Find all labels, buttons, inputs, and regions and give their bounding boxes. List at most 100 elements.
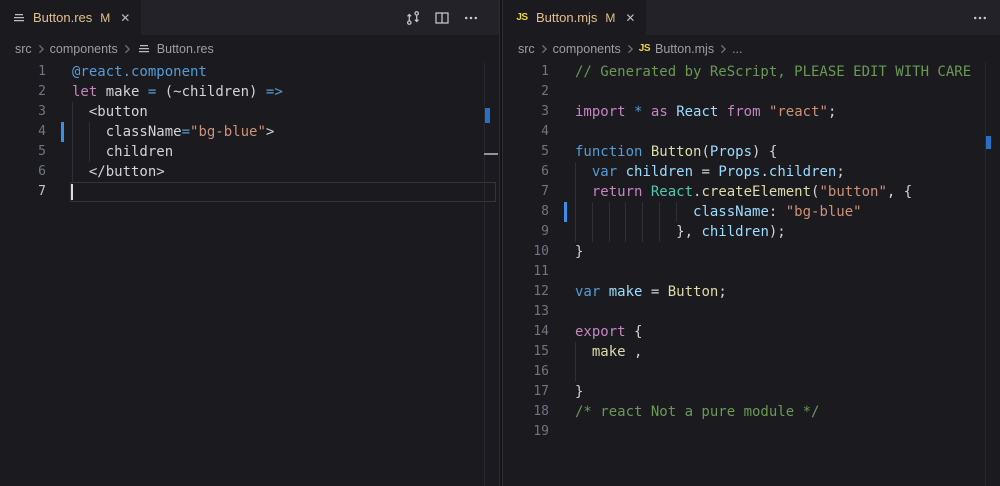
gutter-modified-marker <box>61 122 64 142</box>
code-line[interactable]: import * as React from "react"; <box>575 102 836 122</box>
tab-button-res[interactable]: Button.res M ✕ <box>0 0 141 35</box>
line-number[interactable]: 12 <box>503 282 549 302</box>
tab-button-mjs[interactable]: JS Button.mjs M ✕ <box>503 0 646 35</box>
more-actions-button[interactable] <box>463 10 479 26</box>
split-editor-button[interactable] <box>434 10 450 26</box>
code-line[interactable]: </button> <box>72 162 165 182</box>
code-line[interactable]: @react.component <box>72 62 207 82</box>
code-token: @react.component <box>72 64 207 80</box>
line-number[interactable]: 8 <box>503 202 549 222</box>
code-line[interactable]: }, children); <box>575 222 786 242</box>
code-line[interactable]: var make = Button; <box>575 282 727 302</box>
line-number[interactable]: 4 <box>0 122 46 142</box>
tab-label: Button.res <box>33 10 92 25</box>
more-actions-button[interactable] <box>972 10 988 26</box>
text-cursor[interactable] <box>71 184 73 200</box>
editor-pane-right: JS Button.mjs M ✕ srccomponentsJSButton.… <box>502 0 1000 486</box>
line-number[interactable]: 13 <box>503 302 549 322</box>
gutter-modified-marker <box>564 202 567 222</box>
line-number[interactable]: 15 <box>503 342 549 362</box>
code-line[interactable]: export { <box>575 322 642 342</box>
code-token <box>575 164 592 180</box>
breadcrumb-item[interactable]: Button.res <box>136 41 214 57</box>
code-editor-javascript[interactable]: 1 // Generated by ReScript, PLEASE EDIT W… <box>503 62 1000 486</box>
code-token: className <box>693 204 769 220</box>
breadcrumb-item[interactable]: src <box>15 42 32 56</box>
line-number[interactable]: 5 <box>503 142 549 162</box>
close-icon[interactable]: ✕ <box>625 12 635 24</box>
overview-ruler-border <box>985 62 986 486</box>
line-number[interactable]: 18 <box>503 402 549 422</box>
breadcrumb-item[interactable]: src <box>518 42 535 56</box>
code-token <box>617 164 625 180</box>
js-icon: JS <box>639 43 650 54</box>
line-number[interactable]: 11 <box>503 262 549 282</box>
code-token: make <box>97 84 148 100</box>
code-line[interactable]: } <box>575 382 583 402</box>
code-token: Button <box>668 284 719 300</box>
code-token: return <box>592 184 643 200</box>
tab-file-icon: JS <box>514 10 530 26</box>
code-editor-rescript[interactable]: 1 @react.component 2 let make = (~children)… <box>0 62 499 486</box>
line-number[interactable]: 10 <box>503 242 549 262</box>
code-line[interactable]: function Button(Props) { <box>575 142 777 162</box>
line-number[interactable]: 19 <box>503 422 549 442</box>
code-token: : <box>769 204 786 220</box>
code-line[interactable]: className: "bg-blue" <box>575 202 862 222</box>
code-token: </button> <box>72 164 165 180</box>
breadcrumb-item[interactable]: JSButton.mjs <box>639 42 714 56</box>
code-line[interactable]: var children = Props.children; <box>575 162 845 182</box>
code-token <box>668 104 676 120</box>
line-number[interactable]: 3 <box>503 102 549 122</box>
line-number[interactable]: 6 <box>0 162 46 182</box>
more-actions-icon <box>463 10 479 26</box>
editor-pane-left: Button.res M ✕ src components Button.res 1… <box>0 0 500 486</box>
line-number[interactable]: 17 <box>503 382 549 402</box>
breadcrumb-item[interactable]: components <box>50 42 118 56</box>
more-actions-icon <box>972 10 988 26</box>
code-token: // Generated by ReScript, PLEASE EDIT WI… <box>575 64 971 80</box>
code-token: from <box>727 104 761 120</box>
code-line[interactable]: let make = (~children) => <box>72 82 283 102</box>
code-line[interactable]: /* react Not a pure module */ <box>575 402 819 422</box>
breadcrumb-separator-icon <box>717 43 729 55</box>
code-line[interactable]: make , <box>575 342 642 362</box>
line-number[interactable]: 5 <box>0 142 46 162</box>
line-number[interactable]: 14 <box>503 322 549 342</box>
tab-label: Button.mjs <box>536 10 597 25</box>
overview-ruler-modified-marker <box>485 108 490 123</box>
line-number[interactable]: 7 <box>503 182 549 202</box>
code-line[interactable]: } <box>575 242 583 262</box>
code-token: }, <box>575 224 701 240</box>
code-line[interactable]: className="bg-blue"> <box>72 122 274 142</box>
code-token: className <box>72 124 182 140</box>
line-number[interactable]: 1 <box>0 62 46 82</box>
code-token <box>575 344 592 360</box>
breadcrumb-item[interactable]: ... <box>732 42 742 56</box>
line-number[interactable]: 6 <box>503 162 549 182</box>
code-line[interactable]: children <box>72 142 173 162</box>
line-number[interactable]: 9 <box>503 222 549 242</box>
chevron-right-icon <box>717 43 729 55</box>
code-token: => <box>266 84 283 100</box>
line-number[interactable]: 2 <box>503 82 549 102</box>
line-number[interactable]: 3 <box>0 102 46 122</box>
line-number[interactable]: 16 <box>503 362 549 382</box>
chevron-right-icon <box>624 43 636 55</box>
code-token: ; <box>718 284 726 300</box>
code-line[interactable]: <button <box>72 102 148 122</box>
compare-changes-button[interactable] <box>405 10 421 26</box>
code-token: children <box>626 164 693 180</box>
line-number[interactable]: 7 <box>0 182 46 202</box>
breadcrumb-item[interactable]: components <box>553 42 621 56</box>
code-token: var <box>592 164 617 180</box>
line-number[interactable]: 4 <box>503 122 549 142</box>
code-line[interactable]: return React.createElement("button", { <box>575 182 912 202</box>
line-number[interactable]: 1 <box>503 62 549 82</box>
code-line[interactable]: // Generated by ReScript, PLEASE EDIT WI… <box>575 62 971 82</box>
overview-ruler-border <box>484 62 485 486</box>
close-icon[interactable]: ✕ <box>120 12 130 24</box>
code-token <box>626 104 634 120</box>
line-number[interactable]: 2 <box>0 82 46 102</box>
breadcrumb-separator-icon <box>121 43 133 55</box>
